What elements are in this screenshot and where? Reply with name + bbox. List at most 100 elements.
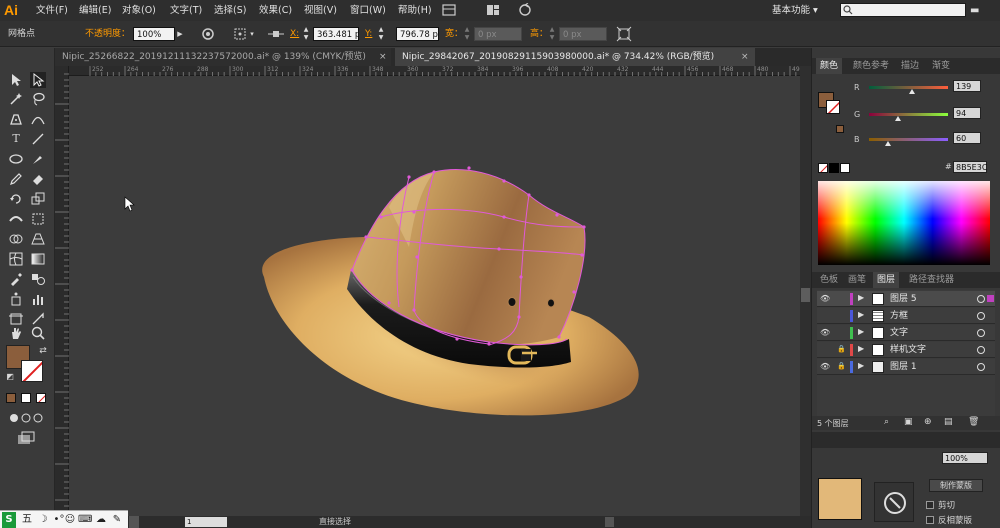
sync-icon[interactable] bbox=[518, 3, 532, 17]
red-field[interactable]: 139 bbox=[953, 80, 981, 92]
eyedropper-tool-icon[interactable] bbox=[8, 271, 24, 287]
type-tool-icon[interactable]: T bbox=[8, 131, 24, 147]
swap-fill-stroke-icon[interactable]: ⇄ bbox=[35, 343, 51, 359]
y-stepper[interactable]: ▲ ▼ bbox=[377, 26, 385, 42]
pencil-tool-icon[interactable] bbox=[8, 171, 24, 187]
curvature-tool-icon[interactable] bbox=[30, 111, 46, 127]
x-field[interactable]: 363.481 p bbox=[313, 27, 359, 41]
y-label[interactable]: Y: bbox=[365, 21, 372, 47]
clip-checkbox[interactable] bbox=[926, 501, 934, 509]
sogou-logo-icon[interactable]: S bbox=[2, 512, 16, 528]
menu-object[interactable]: 对象(O) bbox=[122, 0, 156, 21]
menu-view[interactable]: 视图(V) bbox=[304, 0, 337, 21]
lock-icon[interactable]: 🔒 bbox=[837, 345, 847, 355]
x-stepper[interactable]: ▲ ▼ bbox=[302, 26, 310, 42]
selection-tool-icon[interactable] bbox=[8, 72, 24, 88]
hex-field[interactable]: 8B5E3C bbox=[953, 161, 987, 173]
red-slider-thumb[interactable] bbox=[909, 89, 915, 94]
tools-icon[interactable]: ✎ bbox=[110, 512, 124, 528]
column-graph-tool-icon[interactable] bbox=[30, 291, 46, 307]
menu-help[interactable]: 帮助(H) bbox=[398, 0, 432, 21]
anchor-convert-icon[interactable] bbox=[266, 26, 286, 42]
scale-tool-icon[interactable] bbox=[30, 191, 46, 207]
panel-stroke-swatch[interactable] bbox=[826, 100, 840, 114]
arrange-documents-icon[interactable] bbox=[486, 3, 500, 17]
wubi-input-icon[interactable]: 五 bbox=[20, 512, 34, 528]
menu-edit[interactable]: 编辑(E) bbox=[79, 0, 111, 21]
window-controls[interactable]: ▬ bbox=[970, 0, 1000, 21]
eye-icon[interactable]: 👁 bbox=[820, 294, 830, 304]
gradient-tool-icon[interactable] bbox=[30, 251, 46, 267]
color-mode-button[interactable] bbox=[6, 393, 16, 403]
clipping-mask-icon[interactable]: ▣ bbox=[904, 417, 913, 427]
layer-row-yangji[interactable]: 🔒 ▶ 样机文字 bbox=[817, 342, 995, 358]
vertical-scrollbar[interactable] bbox=[800, 66, 811, 516]
eye-icon[interactable]: 👁 bbox=[820, 328, 830, 338]
keyboard-icon[interactable]: ⌨ bbox=[78, 512, 92, 528]
layer-target-icon[interactable] bbox=[977, 312, 985, 320]
layer-row-layer5[interactable]: 👁 ▶ 图层 5 bbox=[817, 291, 995, 307]
transform-icon[interactable] bbox=[616, 26, 632, 42]
eraser-tool-icon[interactable] bbox=[30, 171, 46, 187]
layer-target-icon[interactable] bbox=[977, 329, 985, 337]
horizontal-scroll-left[interactable] bbox=[605, 517, 614, 527]
expand-arrow-icon[interactable]: ▶ bbox=[858, 310, 864, 319]
width-stepper[interactable]: ▲ ▼ bbox=[463, 26, 471, 42]
align-icon[interactable] bbox=[232, 26, 248, 42]
black-swatch[interactable] bbox=[829, 163, 839, 173]
direct-selection-tool-icon[interactable] bbox=[30, 72, 46, 88]
recolor-icon[interactable] bbox=[200, 26, 216, 42]
none-mode-button[interactable] bbox=[36, 393, 46, 403]
tab-gradient[interactable]: 渐变 bbox=[928, 58, 954, 74]
object-thumbnail[interactable] bbox=[818, 478, 862, 520]
mesh-tool-icon[interactable] bbox=[8, 251, 24, 267]
tab-document-2[interactable]: Nipic_29842067_20190829115903980000.ai* … bbox=[395, 48, 755, 66]
out-of-gamut-swatch[interactable] bbox=[836, 125, 844, 133]
gradient-mode-button[interactable] bbox=[21, 393, 31, 403]
opacity-field[interactable]: 100% bbox=[133, 27, 175, 41]
expand-arrow-icon[interactable]: ▶ bbox=[858, 361, 864, 370]
green-field[interactable]: 94 bbox=[953, 107, 981, 119]
ellipse-tool-icon[interactable] bbox=[8, 151, 24, 167]
tab-color[interactable]: 颜色 bbox=[816, 58, 843, 74]
green-slider-thumb[interactable] bbox=[895, 116, 901, 121]
locate-object-icon[interactable]: ⌕ bbox=[884, 417, 889, 427]
opacity-label[interactable]: 不透明度： bbox=[85, 21, 130, 47]
expand-arrow-icon[interactable]: ▶ bbox=[858, 327, 864, 336]
x-label[interactable]: X: bbox=[290, 21, 299, 47]
expand-arrow-icon[interactable]: ▶ bbox=[858, 344, 864, 353]
tab-document-1[interactable]: Nipic_25266822_20191211132237572000.ai* … bbox=[55, 48, 391, 66]
blend-tool-icon[interactable] bbox=[30, 271, 46, 287]
make-mask-button[interactable]: 制作蒙版 bbox=[929, 479, 983, 492]
magic-wand-tool-icon[interactable] bbox=[8, 91, 24, 107]
free-transform-tool-icon[interactable] bbox=[30, 211, 46, 227]
width-label[interactable]: 宽： bbox=[445, 21, 463, 47]
screen-mode-icon[interactable] bbox=[16, 430, 36, 446]
delete-layer-icon[interactable]: 🗑 bbox=[968, 417, 979, 427]
half-width-icon[interactable]: ☽ bbox=[37, 512, 49, 528]
workspace-switcher[interactable]: 基本功能 ▾ bbox=[772, 0, 818, 21]
rotate-tool-icon[interactable] bbox=[8, 191, 24, 207]
color-spectrum[interactable] bbox=[818, 181, 990, 265]
tab-brushes[interactable]: 画笔 bbox=[844, 272, 870, 288]
menu-effect[interactable]: 效果(C) bbox=[259, 0, 292, 21]
tab-stroke[interactable]: 描边 bbox=[897, 58, 923, 74]
blue-slider-thumb[interactable] bbox=[885, 141, 891, 146]
close-icon[interactable]: × bbox=[379, 48, 387, 66]
artboard-canvas[interactable] bbox=[69, 77, 800, 516]
align-dropdown-icon[interactable]: ▾ bbox=[248, 26, 256, 42]
opacity-dropdown-icon[interactable]: ▶ bbox=[175, 26, 185, 42]
bridge-icon[interactable] bbox=[442, 3, 456, 17]
paintbrush-tool-icon[interactable] bbox=[30, 151, 46, 167]
eye-icon[interactable]: 👁 bbox=[820, 362, 830, 372]
white-swatch[interactable] bbox=[840, 163, 850, 173]
menu-type[interactable]: 文字(T) bbox=[170, 0, 202, 21]
green-slider[interactable] bbox=[869, 113, 948, 116]
mask-thumbnail[interactable] bbox=[874, 482, 914, 522]
layer-target-icon[interactable] bbox=[977, 363, 985, 371]
hat-artwork[interactable] bbox=[69, 77, 800, 516]
line-tool-icon[interactable] bbox=[30, 131, 46, 147]
minimize-icon[interactable]: ▬ bbox=[970, 5, 979, 16]
transparency-opacity-field[interactable]: 100% bbox=[942, 452, 988, 464]
hand-tool-icon[interactable] bbox=[8, 325, 24, 341]
